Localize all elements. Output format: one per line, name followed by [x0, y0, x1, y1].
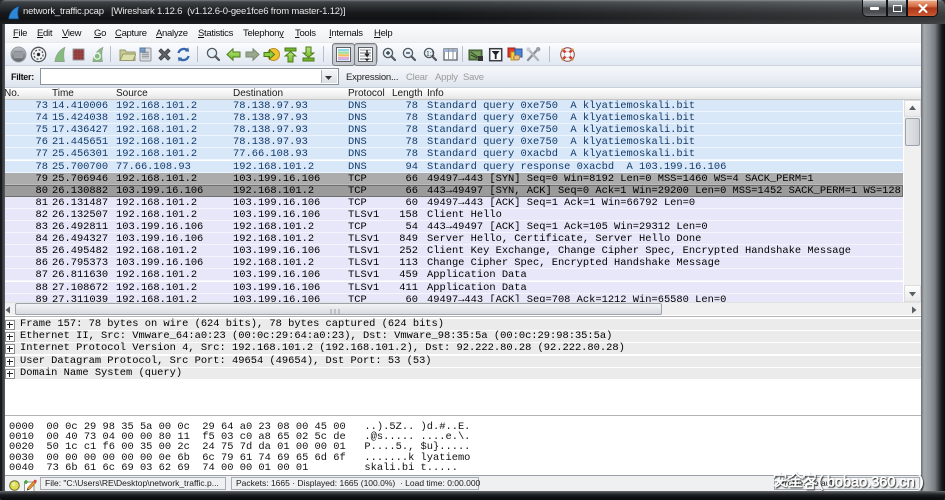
svg-text:( bobao.360.cn ): ( bobao.360.cn ) [818, 475, 924, 491]
svg-text:1:1: 1:1 [426, 51, 435, 57]
